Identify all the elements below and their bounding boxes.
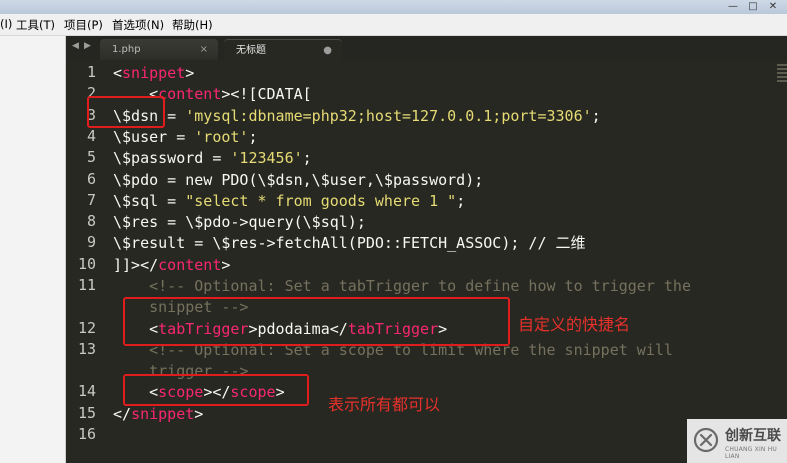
side-bar-margin: [0, 36, 66, 463]
watermark-text-cn: 创新互联: [725, 428, 781, 444]
tab-prev-icon[interactable]: ◀: [72, 41, 79, 51]
code-line-7: \$sql = "select * from goods where 1 ";: [113, 192, 466, 210]
code-line-11: <!-- Optional: Set a tabTrigger to defin…: [113, 277, 691, 295]
code-line-10: ]]></content>: [113, 256, 231, 274]
code-line-6: \$pdo = new PDO(\$dsn,\$user,\$password)…: [113, 171, 484, 189]
code-line-5: \$password = '123456';: [113, 149, 312, 167]
line-number: 5: [86, 148, 96, 166]
tab-label: 无标题: [236, 45, 266, 56]
line-number: 11: [77, 276, 96, 294]
code-line-3: \$dsn = 'mysql:dbname=php32;host=127.0.0…: [113, 107, 601, 125]
line-number: 1: [86, 63, 96, 81]
line-number: 8: [86, 212, 96, 230]
highlight-box-scope: [123, 374, 309, 406]
tab-untitled[interactable]: 无标题 ●: [224, 39, 342, 60]
minimize-icon[interactable]: —: [727, 1, 739, 12]
line-number: 13: [77, 340, 96, 358]
watermark: 创新互联 CHUANG XIN HU LIAN: [687, 419, 787, 463]
line-number: 14: [77, 382, 96, 400]
tab-label: 1.php: [112, 44, 141, 55]
tab-next-icon[interactable]: ▶: [84, 41, 91, 51]
menu-item-tools[interactable]: 工具(T): [16, 17, 55, 33]
line-number: 12: [77, 319, 96, 337]
menu-bar: (I) 工具(T) 项目(P) 首选项(N) 帮助(H): [0, 14, 787, 36]
code-line-4: \$user = 'root';: [113, 128, 258, 146]
unsaved-dot-icon[interactable]: ●: [323, 40, 332, 61]
minimap[interactable]: [777, 64, 787, 84]
tab-close-icon[interactable]: ×: [200, 39, 208, 60]
line-number: 6: [86, 170, 96, 188]
code-editor[interactable]: 1 2 3 4 5 6 7 8 9 10 11 12 13 14 15 16 <…: [66, 60, 787, 463]
menu-item-help[interactable]: 帮助(H): [172, 17, 213, 33]
annotation-shortcut-name: 自定义的快捷名: [518, 315, 631, 334]
line-number: 15: [77, 404, 96, 422]
close-icon[interactable]: ✕: [767, 1, 779, 12]
highlight-box-dsn: [87, 96, 165, 128]
highlight-box-tabtrigger: [123, 297, 510, 346]
watermark-logo-icon: [693, 427, 719, 453]
maximize-icon[interactable]: □: [747, 1, 759, 12]
code-line-1: <snippet>: [113, 64, 195, 82]
line-number: 4: [86, 127, 96, 145]
window-title-strip: — □ ✕: [0, 0, 787, 14]
code-line-8: \$res = \$pdo->query(\$sql);: [113, 213, 366, 231]
tab-1-php[interactable]: 1.php ×: [100, 39, 218, 60]
code-line-9: \$result = \$res->fetchAll(PDO::FETCH_AS…: [113, 234, 586, 252]
menu-item-partial[interactable]: (I): [0, 17, 12, 31]
line-number: 10: [77, 255, 96, 273]
tab-bar: ◀ ▶ 1.php × 无标题 ●: [66, 36, 787, 60]
watermark-text-en: CHUANG XIN HU LIAN: [725, 446, 778, 460]
line-number: 9: [86, 233, 96, 251]
code-line-15: </snippet>: [113, 405, 204, 423]
line-number: 16: [77, 425, 96, 443]
annotation-scope-note: 表示所有都可以: [328, 395, 441, 414]
menu-item-preferences[interactable]: 首选项(N): [112, 17, 164, 33]
line-number: 7: [86, 191, 96, 209]
menu-item-project[interactable]: 项目(P): [64, 17, 103, 33]
